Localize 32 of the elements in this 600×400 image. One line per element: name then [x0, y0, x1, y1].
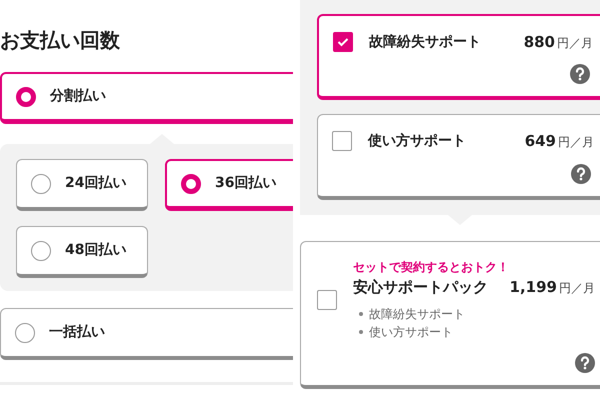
option-name: 安心サポートパック	[353, 277, 488, 298]
installment-option[interactable]: 24回払い	[16, 159, 148, 211]
included-item: 使い方サポート	[369, 324, 453, 342]
section-title: お支払い回数	[0, 27, 121, 54]
price: 1,199	[510, 277, 557, 298]
help-icon[interactable]	[575, 353, 595, 373]
price-unit: 円／月	[557, 35, 593, 52]
help-icon[interactable]	[571, 164, 591, 184]
price-unit: 円／月	[559, 280, 595, 297]
price: 880	[524, 32, 555, 53]
included-item: 故障紛失サポート	[369, 306, 465, 322]
radio-button[interactable]	[181, 174, 201, 194]
price: 649	[524, 131, 556, 152]
payment-option[interactable]: 一括払い	[0, 308, 293, 360]
bullet-icon	[359, 330, 363, 334]
checkbox[interactable]	[317, 290, 337, 310]
promo-text: セットで契約するとおトク！	[353, 259, 510, 276]
payment-option[interactable]: 分割払い	[0, 72, 293, 124]
installment-option[interactable]: 36回払い	[165, 159, 293, 211]
help-icon[interactable]	[570, 64, 590, 84]
checkbox[interactable]	[333, 32, 353, 52]
price-unit: 円／月	[558, 134, 594, 151]
radio-button[interactable]	[31, 240, 51, 260]
checkbox[interactable]	[332, 131, 352, 152]
installment-option[interactable]: 48回払い	[16, 226, 148, 278]
option-name: 使い方サポート	[368, 132, 466, 151]
check-icon	[337, 37, 349, 48]
option-name: 故障紛失サポート	[369, 32, 481, 52]
radio-button[interactable]	[31, 174, 51, 194]
radio-button[interactable]	[16, 86, 36, 106]
radio-button[interactable]	[15, 322, 35, 342]
bullet-icon	[359, 312, 363, 316]
